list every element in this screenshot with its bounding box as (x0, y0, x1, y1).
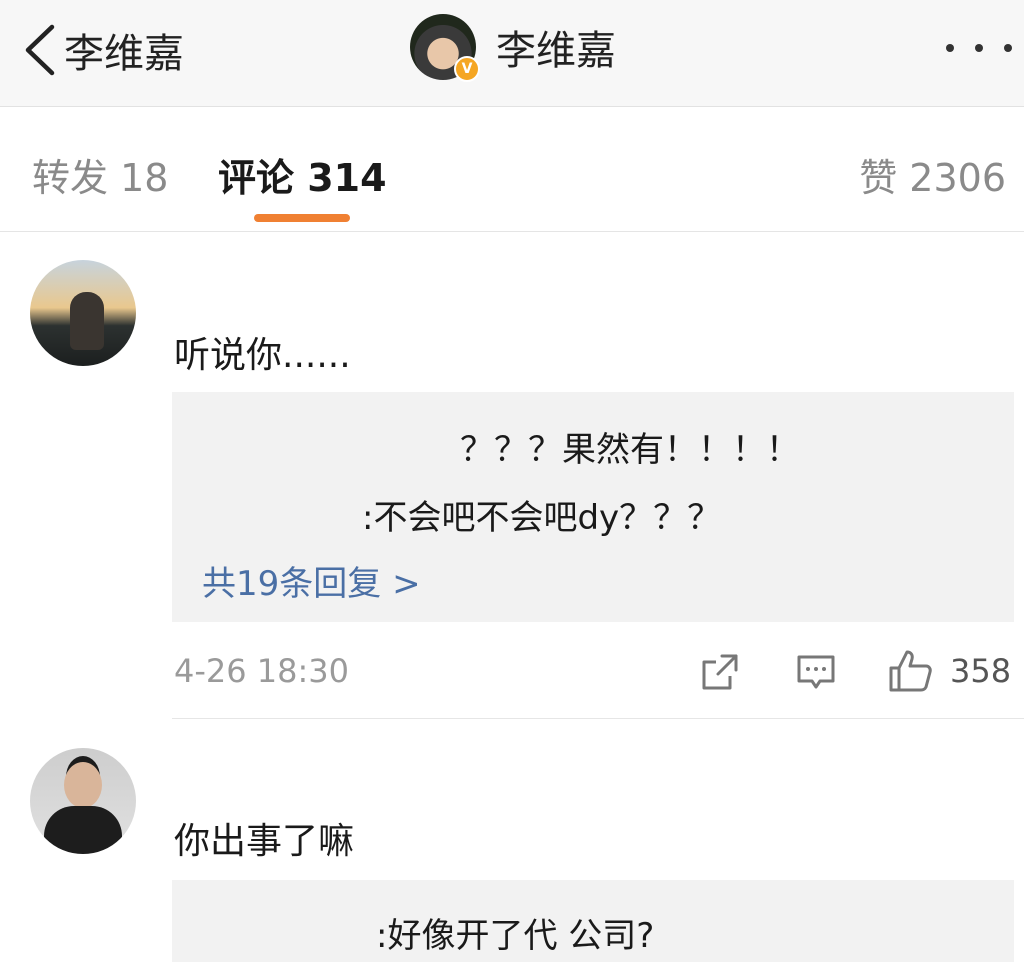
top-nav-bar: 李维嘉 V 李维嘉 (0, 0, 1024, 107)
divider (172, 718, 1024, 719)
tab-repost[interactable]: 转发 18 (32, 147, 168, 202)
avatar[interactable]: V (410, 14, 480, 82)
reply-text: :好像开了代 公司? (376, 916, 655, 956)
thumbs-up-icon[interactable] (888, 648, 934, 694)
avatar[interactable] (30, 748, 136, 854)
active-tab-indicator (254, 214, 350, 222)
page-title: 李维嘉 (496, 28, 616, 74)
comment-icon[interactable] (796, 652, 836, 692)
tab-like[interactable]: 赞 2306 (859, 147, 1006, 202)
reply-text: :不会吧不会吧dy？？？ (362, 498, 722, 538)
verified-badge-icon: V (454, 56, 480, 82)
comment-text: 你出事了嘛 (174, 821, 355, 862)
tab-comment[interactable]: 评论 314 (218, 147, 387, 202)
more-dots-icon[interactable] (946, 40, 1012, 56)
like-count: 358 (950, 652, 1012, 690)
tab-bar: 转发 18 评论 314 赞 2306 (0, 107, 1024, 232)
share-icon[interactable] (700, 652, 740, 692)
back-label: 李维嘉 (64, 31, 184, 77)
profile-header[interactable]: V 李维嘉 (410, 12, 616, 82)
reply-text: ？？？果然有！！！！ (460, 430, 800, 470)
comment-text: 听说你...... (174, 335, 351, 376)
reply-preview-box[interactable]: :好像开了代 公司? (172, 880, 1014, 962)
back-button[interactable]: 李维嘉 (22, 20, 212, 80)
comment-timestamp: 4-26 18:30 (174, 652, 350, 690)
back-chevron-icon (25, 24, 55, 76)
view-more-replies-link[interactable]: 共19条回复 > (202, 556, 421, 605)
avatar[interactable] (30, 260, 136, 366)
